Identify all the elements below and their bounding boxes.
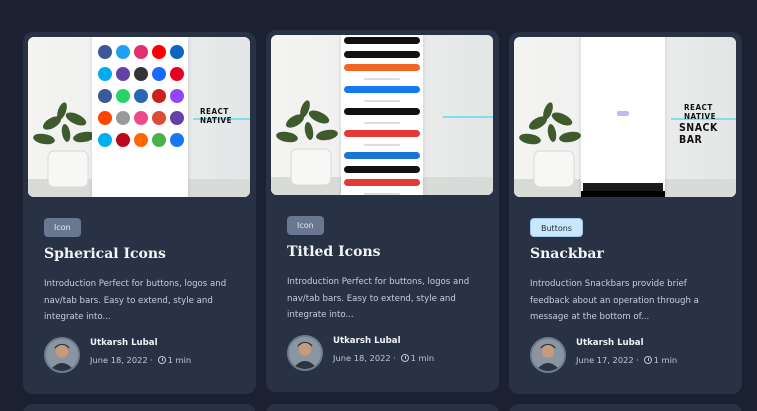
- post-title[interactable]: Snackbar: [530, 246, 604, 262]
- social-button: [364, 143, 400, 146]
- category-tag[interactable]: Buttons: [530, 218, 583, 237]
- social-icon: [134, 111, 148, 125]
- social-icon: [170, 111, 184, 125]
- social-icon: [170, 89, 184, 103]
- social-icon: [98, 111, 112, 125]
- read-time: 1 min: [410, 353, 435, 363]
- plant-illustration: [276, 100, 338, 186]
- social-icon: [170, 133, 184, 147]
- social-icon: [116, 111, 130, 125]
- phone-screen-buttons: [341, 35, 423, 195]
- author-name[interactable]: Utkarsh Lubal: [576, 338, 644, 348]
- thumb-title: REACT NATIVE: [200, 107, 233, 125]
- social-icon: [152, 133, 166, 147]
- social-button: [344, 165, 420, 173]
- post-date: June 17, 2022: [576, 355, 634, 365]
- author-avatar[interactable]: [44, 337, 80, 373]
- author-avatar[interactable]: [287, 335, 323, 371]
- thumb-subtitle: SNACK BAR: [679, 122, 718, 146]
- post-grid: REACT NATIVE Icon Spherical Icons Introd…: [0, 0, 757, 411]
- social-icon: [152, 67, 166, 81]
- social-icon: [98, 89, 112, 103]
- author-name[interactable]: Utkarsh Lubal: [90, 338, 158, 348]
- social-icon: [134, 45, 148, 59]
- social-icon: [152, 45, 166, 59]
- post-date: June 18, 2022: [90, 355, 148, 365]
- post-date: June 18, 2022: [333, 353, 391, 363]
- plant-illustration: [519, 102, 581, 188]
- social-button: [344, 37, 420, 44]
- post-excerpt: Introduction Snackbars provide brief fee…: [530, 279, 699, 322]
- post-title[interactable]: Spherical Icons: [44, 246, 166, 262]
- social-icon: [116, 45, 130, 59]
- clock-icon: [643, 356, 652, 364]
- social-icon: [134, 89, 148, 103]
- social-button: [364, 99, 400, 102]
- post-meta: June 18, 2022 · 1 min: [333, 353, 435, 363]
- social-icon: [170, 67, 184, 81]
- post-title[interactable]: Titled Icons: [287, 244, 381, 260]
- clock-icon: [400, 354, 409, 362]
- social-button: [364, 121, 400, 124]
- post-excerpt: Introduction Perfect for buttons, logos …: [287, 277, 470, 320]
- category-tag[interactable]: Icon: [287, 216, 324, 235]
- social-icon: [98, 45, 112, 59]
- social-button: [344, 86, 420, 93]
- phone-screen-snackbar: [581, 37, 665, 197]
- author-name[interactable]: Utkarsh Lubal: [333, 336, 401, 346]
- next-card-peek[interactable]: [266, 404, 499, 411]
- social-button: [344, 152, 420, 159]
- post-thumbnail[interactable]: [271, 35, 493, 195]
- social-icon: [152, 111, 166, 125]
- social-icon: [134, 67, 148, 81]
- post-meta: June 18, 2022 · 1 min: [90, 355, 192, 365]
- post-excerpt: Introduction Perfect for buttons, logos …: [44, 279, 227, 322]
- post-thumbnail[interactable]: REACT NATIVE SNACK BAR: [514, 37, 736, 197]
- post-card-titled-icons[interactable]: Icon Titled Icons Introduction Perfect f…: [266, 30, 499, 392]
- post-meta: June 17, 2022 · 1 min: [576, 355, 678, 365]
- social-icon: [134, 133, 148, 147]
- social-icon: [170, 45, 184, 59]
- post-card-spherical-icons[interactable]: REACT NATIVE Icon Spherical Icons Introd…: [23, 32, 256, 394]
- read-time: 1 min: [653, 355, 678, 365]
- social-button: [344, 108, 420, 115]
- post-card-snackbar[interactable]: REACT NATIVE SNACK BAR Buttons Snackbar …: [509, 32, 742, 394]
- social-button: [364, 77, 400, 80]
- next-card-peek[interactable]: [23, 404, 256, 411]
- thumb-title: REACT NATIVE: [684, 103, 717, 121]
- social-button: [344, 64, 420, 71]
- social-button: [364, 192, 400, 195]
- social-icon: [98, 133, 112, 147]
- author-avatar[interactable]: [530, 337, 566, 373]
- category-tag[interactable]: Icon: [44, 218, 81, 237]
- social-button: [344, 179, 420, 186]
- next-card-peek[interactable]: [509, 404, 742, 411]
- social-icon: [116, 67, 130, 81]
- social-button: [344, 130, 420, 137]
- phone-screen-icons: [92, 37, 188, 197]
- social-icon: [116, 89, 130, 103]
- read-time: 1 min: [167, 355, 192, 365]
- post-thumbnail[interactable]: REACT NATIVE: [28, 37, 250, 197]
- social-icon: [152, 89, 166, 103]
- social-icon: [98, 67, 112, 81]
- clock-icon: [157, 356, 166, 364]
- social-icon: [116, 133, 130, 147]
- social-button: [344, 50, 420, 58]
